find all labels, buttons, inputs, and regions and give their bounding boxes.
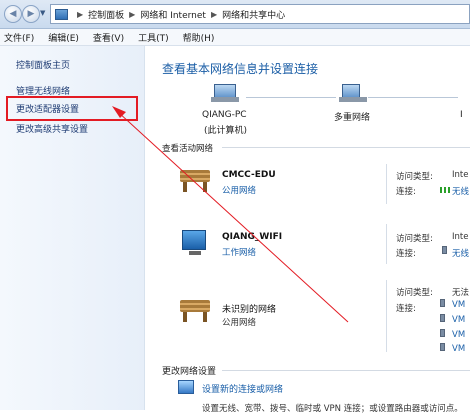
menu-file[interactable]: 文件(F) (4, 31, 34, 44)
public-network-bench-icon (180, 300, 210, 322)
connection-link[interactable]: VM (452, 315, 465, 325)
breadcrumb-separator: ▶ (129, 9, 136, 19)
sidebar-item-home[interactable]: 控制面板主页 (16, 58, 70, 71)
menu-edit[interactable]: 编辑(E) (48, 31, 79, 44)
network-type-label: 公用网络 (222, 318, 257, 328)
divider (222, 147, 470, 148)
access-type-value: Inte (452, 170, 469, 180)
setup-connection-link[interactable]: 设置新的连接或网络 (202, 382, 283, 395)
pc-subtitle: (此计算机) (204, 126, 248, 136)
network-type-link[interactable]: 工作网络 (222, 246, 256, 258)
connection-label: 连接: (396, 187, 416, 197)
adapter-icon (442, 246, 447, 254)
connection-link[interactable]: VM (452, 300, 465, 310)
access-type-label: 访问类型: (396, 172, 433, 182)
address-bar: ◀ ▶ ▼ ▶ 控制面板 ▶ 网络和 Internet ▶ 网络和共享中心 (0, 0, 470, 29)
network-name: QIANG_WIFI (222, 232, 283, 242)
divider (386, 164, 387, 204)
menu-bar: 文件(F) 编辑(E) 查看(V) 工具(T) 帮助(H) (0, 29, 470, 46)
back-button[interactable]: ◀ (4, 5, 22, 23)
active-networks-title: 查看活动网络 (162, 144, 214, 154)
connection-link[interactable]: 无线 (452, 247, 469, 259)
connection-label: 连接: (396, 304, 416, 314)
adapter-icon (440, 314, 445, 322)
new-connection-icon (178, 380, 194, 394)
network-name: CMCC-EDU (222, 170, 276, 180)
adapter-icon (440, 343, 445, 351)
access-type-label: 访问类型: (396, 288, 433, 298)
main-content: 查看基本网络信息并设置连接 QIANG-PC (此计算机) 多重网络 I 查看活… (146, 46, 470, 414)
adapter-icon (440, 299, 445, 307)
connection-link[interactable]: VM (452, 344, 465, 354)
sidebar-item-advanced-sharing[interactable]: 更改高级共享设置 (16, 122, 88, 135)
menu-tools[interactable]: 工具(T) (138, 31, 169, 44)
highlight-box (6, 96, 138, 121)
map-connector (246, 97, 336, 98)
control-panel-icon (55, 8, 68, 20)
wireless-signal-icon (440, 187, 450, 193)
menu-help[interactable]: 帮助(H) (183, 31, 215, 44)
breadcrumb-separator: ▶ (210, 9, 218, 19)
connection-link[interactable]: VM (452, 330, 465, 340)
breadcrumb[interactable]: ▶ 控制面板 ▶ 网络和 Internet ▶ 网络和共享中心 (50, 4, 470, 24)
multi-network-label: 多重网络 (334, 113, 371, 123)
change-settings-title: 更改网络设置 (162, 367, 217, 377)
divider (222, 370, 470, 371)
connection-label: 连接: (396, 249, 416, 259)
public-network-bench-icon (180, 170, 210, 192)
menu-view[interactable]: 查看(V) (93, 31, 124, 44)
access-type-value: Inte (452, 232, 469, 242)
divider (386, 224, 387, 264)
forward-arrow-icon: ▶ (27, 9, 35, 19)
back-arrow-icon: ◀ (9, 9, 17, 19)
multi-network-icon (339, 84, 367, 102)
work-network-icon (182, 230, 206, 255)
forward-button[interactable]: ▶ (22, 5, 40, 23)
network-type-link[interactable]: 公用网络 (222, 184, 256, 196)
access-type-value: 无法 (452, 288, 470, 298)
map-connector (368, 97, 458, 98)
computer-icon (211, 84, 239, 102)
recent-pages-dropdown[interactable]: ▼ (40, 9, 45, 17)
page-title: 查看基本网络信息并设置连接 (162, 62, 319, 76)
breadcrumb-item-network-internet[interactable]: 网络和 Internet (140, 8, 206, 21)
setup-connection-description: 设置无线、宽带、拨号、临时或 VPN 连接；或设置路由器或访问点。 (202, 404, 463, 414)
pc-name: QIANG-PC (202, 110, 247, 120)
breadcrumb-item-sharing-center[interactable]: 网络和共享中心 (222, 8, 285, 21)
connection-link[interactable]: 无线 (452, 185, 469, 197)
access-type-label: 访问类型: (396, 234, 433, 244)
internet-label: I (460, 110, 463, 120)
network-name: 未识别的网络 (222, 305, 277, 315)
breadcrumb-separator: ▶ (77, 9, 84, 19)
divider (386, 280, 387, 352)
breadcrumb-item-control-panel[interactable]: 控制面板 (88, 8, 124, 21)
adapter-icon (440, 329, 445, 337)
